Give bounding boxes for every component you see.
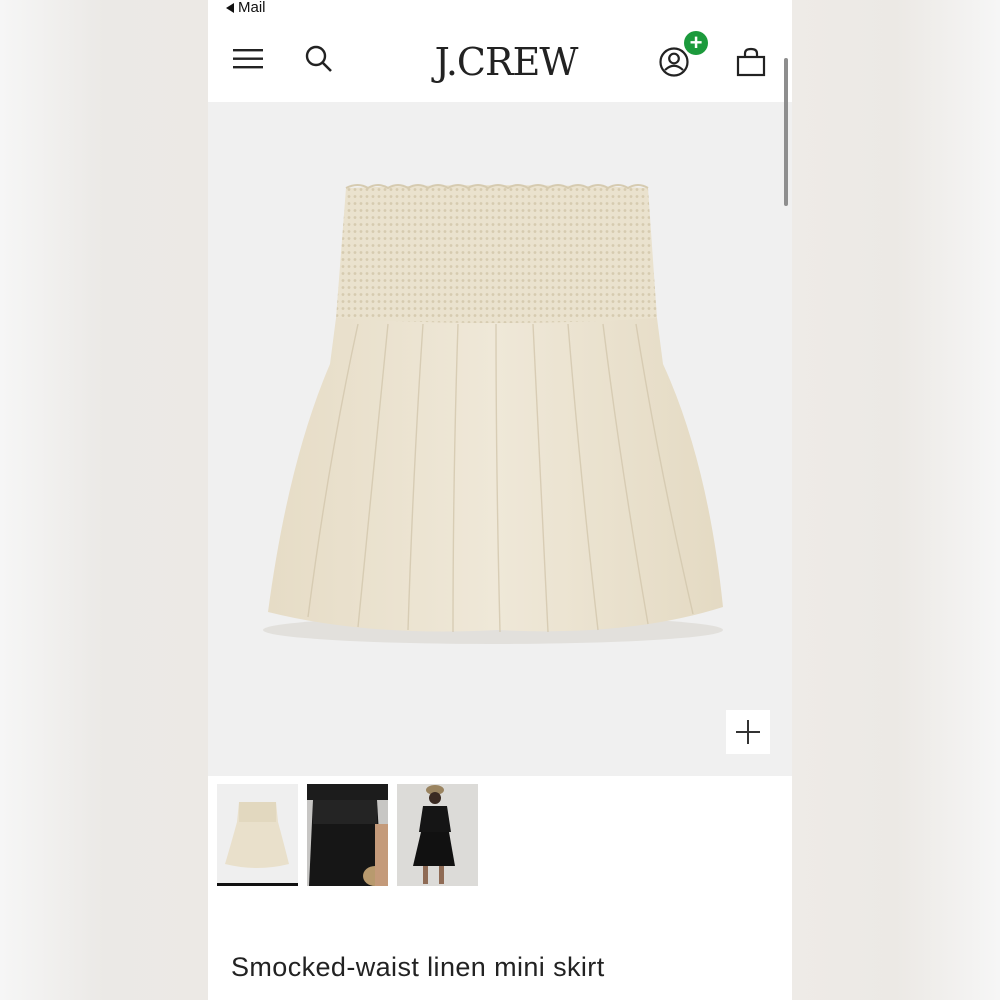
plus-icon bbox=[736, 720, 760, 744]
background-right bbox=[792, 0, 1000, 1000]
bag-icon bbox=[736, 47, 766, 77]
shopping-bag-button[interactable] bbox=[732, 42, 770, 82]
scrollbar[interactable] bbox=[784, 58, 788, 206]
background-left bbox=[0, 0, 208, 1000]
skirt-illustration bbox=[263, 184, 723, 644]
thumbnail-model-close[interactable] bbox=[307, 784, 388, 886]
mobile-screen: Mail J.CREW + Smocked-waist linen mini s… bbox=[208, 0, 792, 1000]
search-icon bbox=[305, 45, 332, 72]
thumbnail-strip bbox=[217, 784, 517, 888]
thumbnail-skirt-flat[interactable] bbox=[217, 784, 298, 886]
model-close-thumbnail-image bbox=[307, 784, 388, 886]
back-label: Mail bbox=[238, 0, 266, 16]
account-icon bbox=[659, 47, 689, 77]
product-title: Smocked-waist linen mini skirt bbox=[231, 952, 605, 982]
thumbnail-model-full[interactable] bbox=[397, 784, 478, 886]
back-to-mail-link[interactable]: Mail bbox=[226, 0, 266, 16]
brand-logo[interactable]: J.CREW bbox=[430, 40, 582, 84]
site-header: J.CREW + bbox=[208, 18, 792, 102]
skirt-thumbnail-image bbox=[225, 802, 289, 868]
menu-icon bbox=[233, 49, 263, 69]
search-button[interactable] bbox=[302, 42, 336, 76]
product-image[interactable] bbox=[208, 102, 792, 776]
account-plus-badge: + bbox=[684, 31, 708, 55]
menu-button[interactable] bbox=[230, 44, 266, 74]
model-full-thumbnail-image bbox=[413, 785, 455, 884]
zoom-button[interactable] bbox=[726, 710, 770, 754]
back-arrow-icon bbox=[226, 2, 234, 13]
selected-thumbnail-indicator bbox=[217, 883, 298, 886]
